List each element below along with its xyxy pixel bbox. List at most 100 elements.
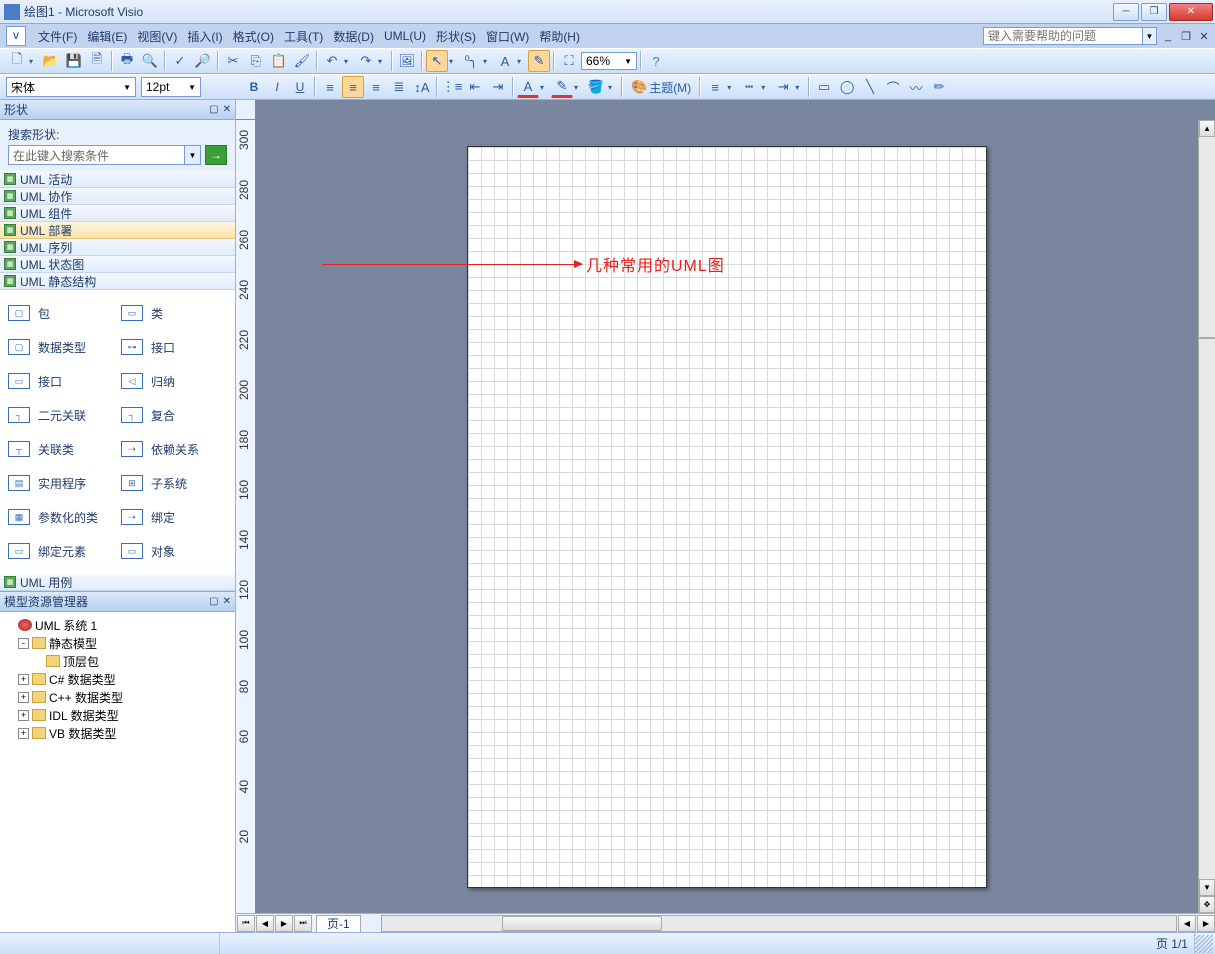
first-page-button[interactable]: ⏮ xyxy=(237,915,255,932)
tree-node[interactable]: +C++ 数据类型 xyxy=(4,688,231,706)
stencil-footer[interactable]: ▦UML 用例 xyxy=(0,574,235,591)
scroll-down-icon[interactable]: ▼ xyxy=(1199,879,1215,896)
decrease-indent-button[interactable]: ⇤ xyxy=(464,76,486,98)
font-color-button[interactable]: A xyxy=(517,76,539,98)
scroll-pan-icon[interactable]: ✥ xyxy=(1199,896,1215,913)
line-weight-button[interactable]: ≡ xyxy=(704,76,726,98)
stencil-item[interactable]: ▦UML 序列 xyxy=(0,239,235,256)
help-dropdown-icon[interactable]: ▼ xyxy=(1143,27,1157,45)
mdi-restore-button[interactable]: ❐ xyxy=(1179,29,1193,43)
save-button[interactable]: 💾 xyxy=(63,50,85,72)
scroll-thumb[interactable] xyxy=(1199,337,1215,339)
pencil-tool-button[interactable]: ✏ xyxy=(928,76,950,98)
arc-tool-button[interactable]: ⌒ xyxy=(882,76,904,98)
increase-indent-button[interactable]: ⇥ xyxy=(487,76,509,98)
document-icon[interactable]: V xyxy=(6,26,26,46)
shape-item[interactable]: ◁归纳 xyxy=(113,364,226,398)
menu-uml[interactable]: UML(U) xyxy=(380,27,430,45)
shape-item[interactable]: ▭接口 xyxy=(0,364,113,398)
font-size-select[interactable]: 12pt▼ xyxy=(141,77,201,97)
model-close-icon[interactable]: ✕ xyxy=(223,596,231,607)
pointer-tool-button[interactable]: ↖ xyxy=(426,50,448,72)
stencil-item[interactable]: ▦UML 协作 xyxy=(0,188,235,205)
shape-search-dropdown-icon[interactable]: ▼ xyxy=(185,145,201,165)
tree-node[interactable]: +VB 数据类型 xyxy=(4,724,231,742)
line-tool-button[interactable]: ╲ xyxy=(859,76,881,98)
text-dropdown-icon[interactable]: ▾ xyxy=(517,57,527,66)
expand-icon[interactable]: + xyxy=(18,728,29,739)
mdi-minimize-button[interactable]: _ xyxy=(1161,29,1175,43)
shapes-pin-icon[interactable]: ▢ xyxy=(209,104,218,115)
print-preview-button[interactable]: 🔍 xyxy=(139,50,161,72)
theme-button[interactable]: 🎨主题(M) xyxy=(626,76,696,98)
hscroll-left-icon[interactable]: ◀ xyxy=(1178,915,1196,932)
tree-node[interactable]: +IDL 数据类型 xyxy=(4,706,231,724)
align-center-button[interactable]: ≡ xyxy=(342,76,364,98)
shape-item[interactable]: ⇢依赖关系 xyxy=(113,432,226,466)
expand-icon[interactable]: + xyxy=(18,710,29,721)
fill-color-button[interactable]: 🪣 xyxy=(585,76,607,98)
paste-button[interactable]: 📋 xyxy=(268,50,290,72)
stencil-item[interactable]: ▦UML 状态图 xyxy=(0,256,235,273)
rectangle-tool-button[interactable]: ▭ xyxy=(813,76,835,98)
stencil-item[interactable]: ▦UML 部署 xyxy=(0,222,235,239)
connector-dropdown-icon[interactable]: ▾ xyxy=(483,57,493,66)
shape-item[interactable]: ▢包 xyxy=(0,296,113,330)
prev-page-button[interactable]: ◀ xyxy=(256,915,274,932)
menu-tools[interactable]: 工具(T) xyxy=(280,26,327,47)
research-button[interactable]: 🔎 xyxy=(192,50,214,72)
menu-view[interactable]: 视图(V) xyxy=(133,26,181,47)
shapes-close-icon[interactable]: ✕ xyxy=(223,104,231,115)
shape-item[interactable]: ▦参数化的类 xyxy=(0,500,113,534)
undo-dropdown-icon[interactable]: ▾ xyxy=(344,57,354,66)
shape-item[interactable]: ▭对象 xyxy=(113,534,226,568)
tree-node[interactable]: UML 系统 1 xyxy=(4,616,231,634)
underline-button[interactable]: U xyxy=(289,76,311,98)
cut-button[interactable]: ✂ xyxy=(222,50,244,72)
bullets-button[interactable]: ⋮≡ xyxy=(441,76,463,98)
shape-item[interactable]: ┬关联类 xyxy=(0,432,113,466)
shape-item[interactable]: ▢数据类型 xyxy=(0,330,113,364)
undo-button[interactable]: ↶ xyxy=(321,50,343,72)
scroll-up-icon[interactable]: ▲ xyxy=(1199,120,1215,137)
next-page-button[interactable]: ▶ xyxy=(275,915,293,932)
help-search-input[interactable] xyxy=(983,27,1143,45)
menu-insert[interactable]: 插入(I) xyxy=(183,26,226,47)
line-color-button[interactable]: ✎ xyxy=(551,76,573,98)
align-right-button[interactable]: ≡ xyxy=(365,76,387,98)
help-button[interactable]: ? xyxy=(645,50,667,72)
align-justify-button[interactable]: ≣ xyxy=(388,76,410,98)
connector-tool-button[interactable]: ⁰╮ xyxy=(460,50,482,72)
menu-edit[interactable]: 编辑(E) xyxy=(83,26,131,47)
mdi-close-button[interactable]: ✕ xyxy=(1197,29,1211,43)
publish-button[interactable]: 🗎 xyxy=(86,50,108,72)
menu-format[interactable]: 格式(O) xyxy=(229,26,278,47)
model-pin-icon[interactable]: ▢ xyxy=(209,596,218,607)
page-tab[interactable]: 页-1 xyxy=(316,915,361,932)
expand-icon[interactable]: + xyxy=(18,674,29,685)
freeform-tool-button[interactable]: 〰 xyxy=(905,76,927,98)
new-button[interactable]: 🗋 xyxy=(6,50,28,72)
text-tool-button[interactable]: A xyxy=(494,50,516,72)
align-left-button[interactable]: ≡ xyxy=(319,76,341,98)
drawing-surface[interactable]: 几种常用的UML图 xyxy=(256,120,1198,913)
drawing-page[interactable] xyxy=(467,146,987,888)
pointer-dropdown-icon[interactable]: ▾ xyxy=(449,57,459,66)
shape-item[interactable]: ┐二元关联 xyxy=(0,398,113,432)
menu-window[interactable]: 窗口(W) xyxy=(482,26,533,47)
shape-item[interactable]: ⊞子系统 xyxy=(113,466,226,500)
stencil-item[interactable]: ▦UML 组件 xyxy=(0,205,235,222)
shape-search-input[interactable] xyxy=(8,145,185,165)
vertical-text-button[interactable]: ↕A xyxy=(411,76,433,98)
maximize-button[interactable]: ❐ xyxy=(1141,3,1167,21)
format-painter-button[interactable]: 🖌 xyxy=(291,50,313,72)
open-button[interactable]: 📂 xyxy=(40,50,62,72)
new-dropdown-icon[interactable]: ▾ xyxy=(29,57,39,66)
bold-button[interactable]: B xyxy=(243,76,265,98)
stencil-item[interactable]: ▦UML 活动 xyxy=(0,171,235,188)
print-button[interactable]: 🖶 xyxy=(116,50,138,72)
tree-node[interactable]: -静态模型 xyxy=(4,634,231,652)
insert-picture-button[interactable]: 🖼 xyxy=(396,50,418,72)
expand-icon[interactable]: - xyxy=(18,638,29,649)
tree-node[interactable]: 顶层包 xyxy=(4,652,231,670)
